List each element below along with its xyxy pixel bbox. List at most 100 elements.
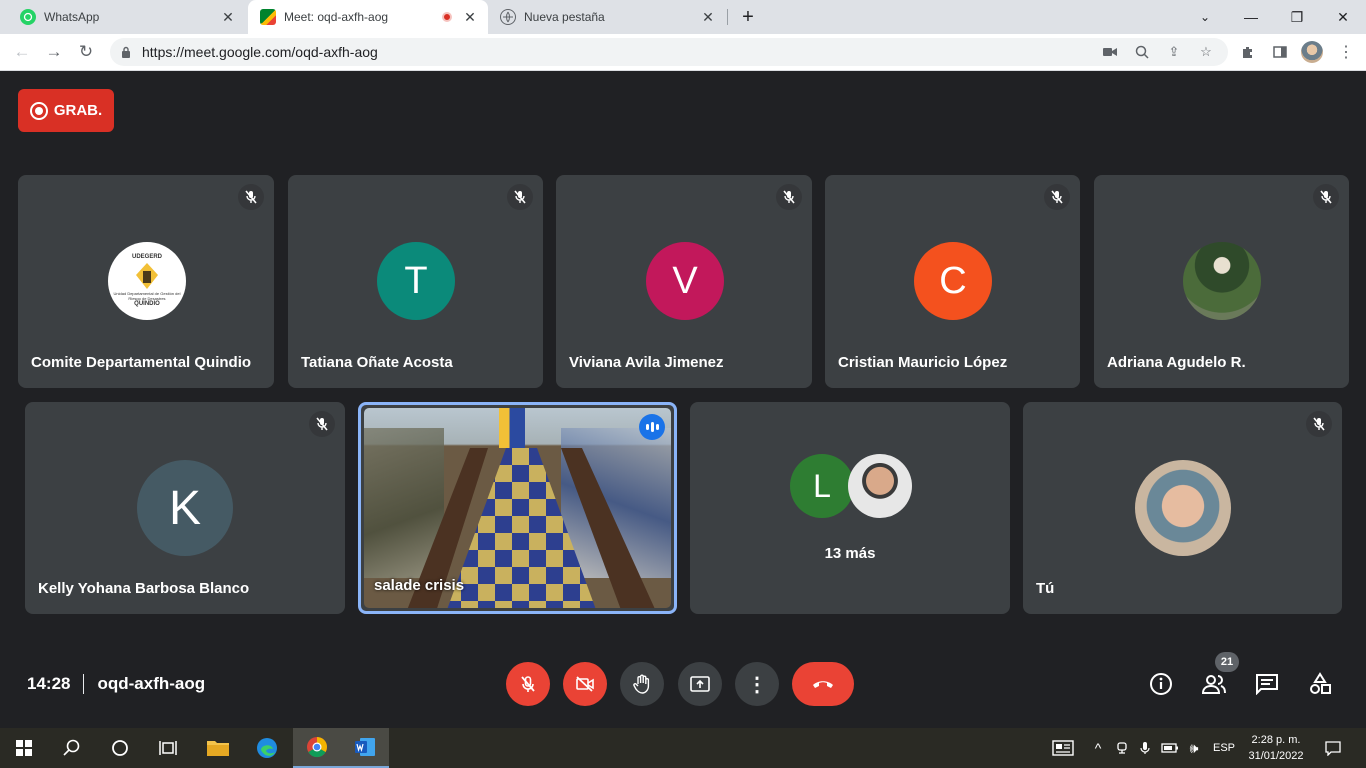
people-icon xyxy=(1201,675,1226,694)
new-tab-button[interactable]: + xyxy=(733,0,763,34)
chrome-taskbar-button[interactable] xyxy=(293,728,341,768)
participants-button[interactable] xyxy=(1200,670,1228,698)
mic-off-icon xyxy=(238,184,264,210)
search-icon xyxy=(63,739,80,756)
news-widget-icon[interactable] xyxy=(1048,728,1078,768)
mic-off-icon xyxy=(521,676,535,692)
tab-whatsapp[interactable]: WhatsApp ✕ xyxy=(8,0,246,34)
mic-off-icon xyxy=(507,184,533,210)
tab-divider xyxy=(727,9,728,25)
windows-start-button[interactable] xyxy=(0,728,48,768)
task-view-icon xyxy=(159,741,177,755)
participant-video-tile[interactable]: salade crisis xyxy=(358,402,677,614)
participant-tile[interactable]: Adriana Agudelo R. xyxy=(1094,175,1349,388)
hand-icon xyxy=(633,674,650,694)
address-bar[interactable]: https://meet.google.com/oqd-axfh-aog ⇪ ☆ xyxy=(110,38,1228,66)
word-taskbar-button[interactable] xyxy=(341,728,389,768)
recording-badge: GRAB. xyxy=(18,89,114,132)
whatsapp-icon xyxy=(20,9,36,25)
profile-avatar[interactable] xyxy=(1299,39,1325,65)
profile-photo-avatar xyxy=(1135,460,1231,556)
toggle-mic-button[interactable] xyxy=(506,662,550,706)
hang-up-icon xyxy=(813,681,833,688)
extensions-icon[interactable] xyxy=(1235,39,1261,65)
present-icon xyxy=(690,676,710,692)
language-indicator[interactable]: ESP xyxy=(1208,728,1240,768)
globe-icon xyxy=(500,9,516,25)
self-tile[interactable]: Tú xyxy=(1023,402,1342,614)
mic-off-icon xyxy=(1044,184,1070,210)
edge-button[interactable] xyxy=(243,728,291,768)
word-icon xyxy=(355,738,375,756)
logo-mid-text: Unidad Departamental de Gestión del Ries… xyxy=(113,291,181,301)
toggle-camera-button[interactable] xyxy=(563,662,607,706)
initial-avatar: T xyxy=(377,242,455,320)
mic-off-icon xyxy=(1306,411,1332,437)
lock-icon xyxy=(120,45,132,59)
tab-title: WhatsApp xyxy=(44,10,100,24)
tab-new-tab[interactable]: Nueva pestaña ✕ xyxy=(488,0,726,34)
participant-name: Comite Departamental Quindio xyxy=(31,354,252,371)
activities-icon xyxy=(1310,672,1331,694)
windows-logo-icon xyxy=(16,740,32,756)
meeting-details-button[interactable] xyxy=(1147,670,1175,698)
minimize-button[interactable]: — xyxy=(1228,0,1274,34)
participant-tile[interactable]: UDEGERD Unidad Departamental de Gestión … xyxy=(18,175,274,388)
logo-bottom-text: QUINDIO xyxy=(134,301,160,307)
participant-tile[interactable]: C Cristian Mauricio López xyxy=(825,175,1080,388)
close-tab-icon[interactable]: ✕ xyxy=(700,9,716,25)
tab-meet[interactable]: Meet: oqd-axfh-aog ✕ xyxy=(248,0,488,34)
mic-off-icon xyxy=(776,184,802,210)
share-icon[interactable]: ⇪ xyxy=(1166,44,1182,60)
participant-tile[interactable]: V Viviana Avila Jimenez xyxy=(556,175,812,388)
organization-logo-avatar: UDEGERD Unidad Departamental de Gestión … xyxy=(108,242,186,320)
close-tab-icon[interactable]: ✕ xyxy=(462,9,478,25)
mic-off-icon xyxy=(309,411,335,437)
raise-hand-button[interactable] xyxy=(620,662,664,706)
initial-avatar: L xyxy=(790,454,854,518)
bookmark-star-icon[interactable]: ☆ xyxy=(1198,44,1214,60)
volume-icon[interactable]: 🕪 xyxy=(1182,728,1206,768)
profile-photo-avatar xyxy=(1183,242,1261,320)
task-view-button[interactable] xyxy=(144,728,192,768)
participant-name: Tatiana Oñate Acosta xyxy=(301,354,453,371)
participant-name: Kelly Yohana Barbosa Blanco xyxy=(38,580,250,597)
camera-in-use-icon[interactable] xyxy=(1102,44,1118,60)
reload-button[interactable]: ↻ xyxy=(72,38,100,66)
chat-button[interactable] xyxy=(1253,670,1281,698)
side-panel-icon[interactable] xyxy=(1267,39,1293,65)
back-button[interactable]: ← xyxy=(8,38,36,66)
battery-icon[interactable] xyxy=(1158,728,1182,768)
participant-tile[interactable]: K Kelly Yohana Barbosa Blanco xyxy=(25,402,345,614)
participant-name: Viviana Avila Jimenez xyxy=(569,354,724,371)
microphone-tray-icon[interactable] xyxy=(1134,728,1156,768)
tab-search-chevron-icon[interactable]: ⌄ xyxy=(1182,0,1228,34)
show-hidden-icons-icon[interactable]: ^ xyxy=(1088,728,1108,768)
zoom-icon[interactable] xyxy=(1134,44,1150,60)
cortana-button[interactable] xyxy=(96,728,144,768)
participant-name: Adriana Agudelo R. xyxy=(1107,354,1246,371)
recording-indicator-icon xyxy=(442,12,452,22)
more-vert-icon: ⋮ xyxy=(747,673,767,696)
chrome-icon xyxy=(307,737,328,758)
file-explorer-button[interactable] xyxy=(194,728,242,768)
more-participants-tile[interactable]: L 13 más xyxy=(690,402,1010,614)
network-camera-icon[interactable] xyxy=(1110,728,1134,768)
close-window-button[interactable]: ✕ xyxy=(1320,0,1366,34)
activities-button[interactable] xyxy=(1306,670,1334,698)
chrome-menu-icon[interactable]: ⋮ xyxy=(1333,39,1359,65)
present-screen-button[interactable] xyxy=(678,662,722,706)
notifications-icon[interactable] xyxy=(1318,728,1348,768)
search-button[interactable] xyxy=(48,728,96,768)
more-options-button[interactable]: ⋮ xyxy=(735,662,779,706)
recording-label: GRAB. xyxy=(53,102,103,119)
restore-button[interactable]: ❐ xyxy=(1274,0,1320,34)
close-tab-icon[interactable]: ✕ xyxy=(220,9,236,25)
cortana-circle-icon xyxy=(112,740,128,756)
participant-tile[interactable]: T Tatiana Oñate Acosta xyxy=(288,175,543,388)
forward-button[interactable]: → xyxy=(40,38,68,66)
leave-call-button[interactable] xyxy=(792,662,854,706)
initial-avatar: V xyxy=(646,242,724,320)
browser-toolbar: ← → ↻ https://meet.google.com/oqd-axfh-a… xyxy=(0,34,1366,71)
taskbar-clock[interactable]: 2:28 p. m. 31/01/2022 xyxy=(1246,732,1306,764)
